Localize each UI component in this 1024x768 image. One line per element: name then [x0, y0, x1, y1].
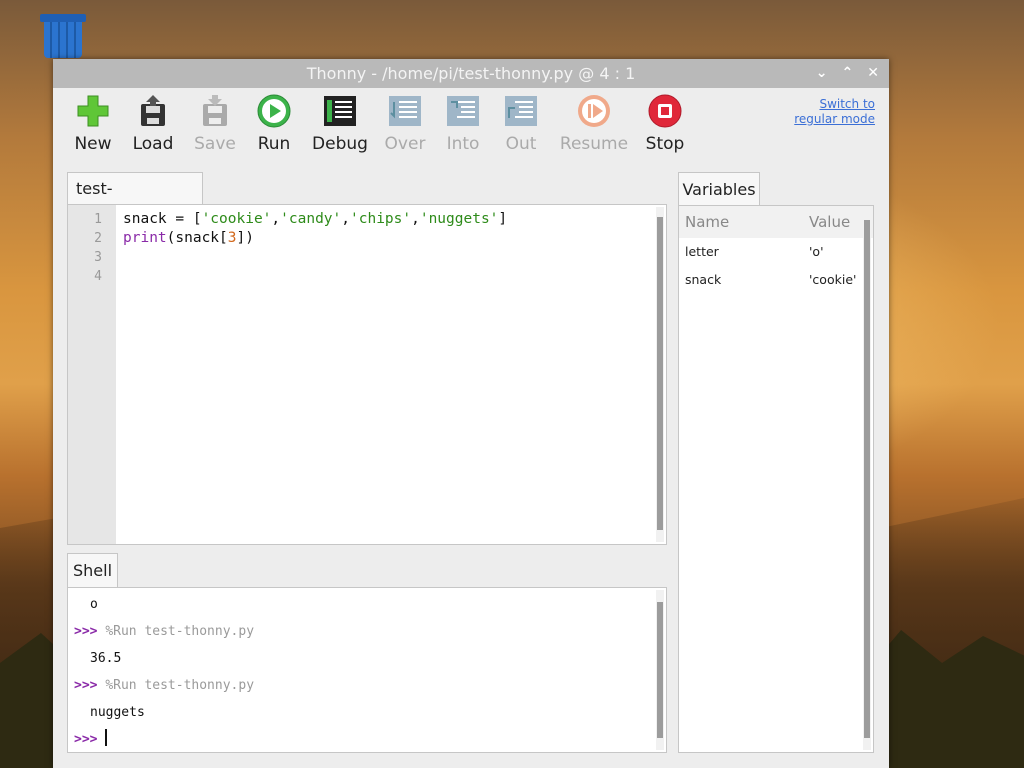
tab-variables[interactable]: Variables	[678, 172, 760, 205]
switch-mode-line2: regular mode	[794, 112, 875, 126]
code-text[interactable]: snack = ['cookie','candy','chips','nugge…	[123, 210, 507, 248]
stop-button[interactable]: Stop	[635, 94, 695, 154]
line-number: 4	[94, 269, 102, 284]
variable-row[interactable]: snack 'cookie'	[679, 266, 873, 294]
variables-tab-label: Variables	[682, 180, 756, 199]
save-icon	[198, 94, 232, 128]
shell-output: nuggets	[90, 705, 145, 720]
step-over-label: Over	[384, 134, 426, 154]
resume-icon	[577, 94, 611, 128]
step-into-label: Into	[446, 134, 480, 154]
debug-button[interactable]: Debug	[310, 94, 370, 154]
step-out-icon	[504, 94, 538, 128]
new-label: New	[74, 134, 112, 154]
shell-prompt: >>>	[74, 678, 98, 693]
shell-command: %Run test-thonny.py	[105, 624, 255, 639]
variables-scrollbar[interactable]	[863, 208, 871, 750]
shell-output: o	[90, 597, 98, 612]
window-title: Thonny - /home/pi/test-thonny.py @ 4 : 1	[306, 64, 636, 83]
tab-editor-file[interactable]: test-thonny.py✖	[67, 172, 203, 230]
minimize-icon[interactable]: ⌄	[816, 59, 828, 88]
trash-icon[interactable]	[40, 14, 86, 58]
variable-row[interactable]: letter 'o'	[679, 238, 873, 266]
toolbar: New Load Save Run Debug Over Into Out Re…	[53, 88, 889, 164]
shell-command-line: >>> %Run test-thonny.py	[74, 675, 254, 702]
variable-value: 'o'	[809, 244, 824, 259]
run-icon	[257, 94, 291, 128]
title-bar[interactable]: Thonny - /home/pi/test-thonny.py @ 4 : 1…	[53, 59, 889, 88]
maximize-icon[interactable]: ⌃	[842, 59, 854, 88]
resume-button[interactable]: Resume	[555, 94, 633, 154]
debug-label: Debug	[312, 134, 368, 154]
shell-prompt: >>>	[74, 732, 98, 747]
shell-panel[interactable]: o >>> %Run test-thonny.py 36.5 >>> %Run …	[67, 587, 667, 753]
save-button[interactable]: Save	[185, 94, 245, 154]
variable-name: letter	[685, 244, 719, 259]
shell-input-line[interactable]: >>>	[74, 729, 254, 756]
shell-output: 36.5	[90, 651, 122, 666]
thonny-window: Thonny - /home/pi/test-thonny.py @ 4 : 1…	[53, 59, 889, 768]
debug-icon	[323, 94, 357, 128]
editor-scrollbar[interactable]	[656, 207, 664, 542]
new-button[interactable]: New	[63, 94, 123, 154]
save-label: Save	[194, 134, 236, 154]
variables-header: Name Value	[679, 206, 873, 238]
switch-mode-line1: Switch to	[819, 97, 875, 111]
step-out-label: Out	[505, 134, 537, 154]
run-button[interactable]: Run	[244, 94, 304, 154]
step-into-button[interactable]: Into	[433, 94, 493, 154]
step-into-icon	[446, 94, 480, 128]
close-icon[interactable]: ✕	[867, 59, 879, 88]
code-line: snack = ['cookie','candy','chips','nugge…	[123, 211, 508, 227]
shell-tab-label: Shell	[72, 561, 113, 580]
load-button[interactable]: Load	[123, 94, 183, 154]
code-line: print(snack[3])	[123, 230, 254, 246]
tab-shell[interactable]: Shell	[67, 553, 118, 587]
value-column-header[interactable]: Value	[809, 206, 850, 238]
step-over-button[interactable]: Over	[375, 94, 435, 154]
load-icon	[136, 94, 170, 128]
stop-label: Stop	[645, 134, 685, 154]
shell-command: %Run test-thonny.py	[105, 678, 255, 693]
line-number: 2	[94, 231, 102, 246]
step-out-button[interactable]: Out	[491, 94, 551, 154]
line-number: 1	[94, 212, 102, 227]
variable-value: 'cookie'	[809, 272, 857, 287]
step-over-icon	[388, 94, 422, 128]
name-column-header[interactable]: Name	[685, 206, 729, 238]
shell-prompt: >>>	[74, 624, 98, 639]
line-number: 3	[94, 250, 102, 265]
load-label: Load	[132, 134, 174, 154]
shell-command-line: >>> %Run test-thonny.py	[74, 621, 254, 648]
variable-name: snack	[685, 272, 722, 287]
text-cursor	[105, 729, 108, 746]
switch-mode-link[interactable]: Switch to regular mode	[794, 97, 875, 127]
variables-panel: Name Value letter 'o' snack 'cookie'	[678, 205, 874, 753]
stop-icon	[648, 94, 682, 128]
code-editor[interactable]: 1 2 3 4 snack = ['cookie','candy','chips…	[67, 204, 667, 545]
shell-scrollbar[interactable]	[656, 590, 664, 750]
new-icon	[76, 94, 110, 128]
run-label: Run	[257, 134, 291, 154]
resume-label: Resume	[559, 134, 629, 154]
line-number-gutter: 1 2 3 4	[68, 205, 116, 544]
